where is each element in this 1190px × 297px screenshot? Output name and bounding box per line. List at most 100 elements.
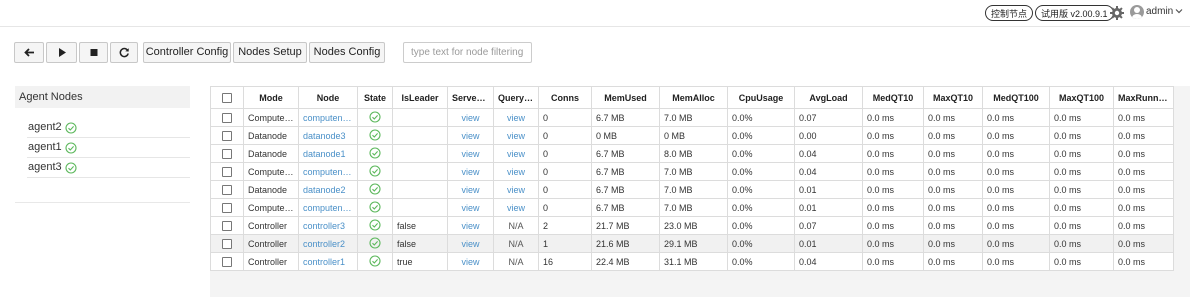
row-checkbox[interactable] (210, 216, 244, 235)
table-row[interactable]: Datanode datanode3 view view 0 0 MB 0 MB 0.0% 0.… (210, 126, 1174, 145)
cell-node[interactable]: controller1 (298, 252, 358, 271)
back-button[interactable] (14, 42, 44, 63)
cell-avg: 0.04 (794, 162, 863, 181)
cell-query[interactable]: view (493, 162, 539, 181)
chevron-down-icon[interactable] (1174, 6, 1184, 16)
cell-memalloc: 31.1 MB (659, 252, 728, 271)
table-row[interactable]: Computen... computenode3 view view 0 6.7 MB 7.… (210, 108, 1174, 127)
refresh-button[interactable] (110, 42, 138, 63)
row-checkbox[interactable] (210, 234, 244, 253)
column-header[interactable]: ServerL... (447, 86, 494, 109)
cell-node[interactable]: datanode2 (298, 180, 358, 199)
cell-medqt10: 0.0 ms (862, 198, 924, 217)
cell-node[interactable]: computenode2 (298, 198, 358, 217)
column-header[interactable]: MaxQT10 (923, 86, 983, 109)
agent-item[interactable]: agent3 (27, 159, 190, 178)
cell-state (357, 180, 393, 199)
column-header[interactable]: CpuUsage (727, 86, 795, 109)
agent-item[interactable]: agent2 (27, 119, 190, 138)
column-header[interactable]: QueryL... (493, 86, 539, 109)
cell-query[interactable]: view (493, 144, 539, 163)
cell-query[interactable]: view (493, 108, 539, 127)
table-row[interactable]: Controller controller3 false view N/A 2 21.7 M… (210, 216, 1174, 235)
cell-query[interactable]: view (493, 198, 539, 217)
cell-cpu: 0.0% (727, 234, 795, 253)
row-checkbox[interactable] (210, 198, 244, 217)
stop-button[interactable] (79, 42, 108, 63)
cell-node[interactable]: computenode1 (298, 162, 358, 181)
node-filter-input[interactable] (403, 42, 532, 63)
column-header[interactable]: MedQT100 (982, 86, 1050, 109)
cell-server[interactable]: view (447, 252, 494, 271)
cell-server[interactable]: view (447, 216, 494, 235)
cell-state (357, 162, 393, 181)
cell-query: N/A (493, 252, 539, 271)
column-header[interactable]: Mode (243, 86, 299, 109)
cell-query[interactable]: view (493, 180, 539, 199)
agent-nodes-panel: Agent Nodes agent2 agent1 agent3 (15, 86, 190, 203)
column-header[interactable]: IsLeader (392, 86, 448, 109)
cell-node[interactable]: datanode3 (298, 126, 358, 145)
row-checkbox[interactable] (210, 108, 244, 127)
controller-config-button[interactable]: Controller Config (143, 42, 231, 63)
check-circle-icon (369, 182, 381, 197)
cell-memused: 6.7 MB (591, 162, 660, 181)
agent-nodes-title: Agent Nodes (15, 86, 190, 108)
column-header[interactable]: Node (298, 86, 358, 109)
cell-server[interactable]: view (447, 126, 494, 145)
agent-item[interactable]: agent1 (27, 139, 190, 158)
cell-node[interactable]: datanode1 (298, 144, 358, 163)
column-header[interactable]: MaxRunningQ (1113, 86, 1174, 109)
cell-medqt100: 0.0 ms (982, 162, 1050, 181)
cell-leader: false (392, 234, 448, 253)
column-header[interactable]: AvgLoad (794, 86, 863, 109)
row-checkbox[interactable] (210, 180, 244, 199)
cell-avg: 0.07 (794, 216, 863, 235)
table-row[interactable]: Computen... computenode2 view view 0 6.7 MB 7.… (210, 198, 1174, 217)
cell-server[interactable]: view (447, 108, 494, 127)
check-circle-icon (65, 122, 77, 134)
agent-name: agent3 (28, 161, 62, 173)
nodes-setup-button[interactable]: Nodes Setup (233, 42, 307, 63)
column-header[interactable]: MemUsed (591, 86, 660, 109)
row-checkbox[interactable] (210, 144, 244, 163)
nodes-config-button[interactable]: Nodes Config (309, 42, 385, 63)
cell-node[interactable]: computenode3 (298, 108, 358, 127)
cell-server[interactable]: view (447, 144, 494, 163)
version-badge[interactable]: 试用版 v2.00.9.1 (1035, 5, 1114, 21)
cell-query[interactable]: view (493, 126, 539, 145)
agent-name: agent1 (28, 141, 62, 153)
column-header[interactable]: MaxQT100 (1049, 86, 1114, 109)
start-button[interactable] (46, 42, 77, 63)
select-all-checkbox[interactable] (210, 86, 244, 109)
table-row[interactable]: Controller controller1 true view N/A 16 22.4 M… (210, 252, 1174, 271)
column-header[interactable]: MemAlloc (659, 86, 728, 109)
cell-mode: Datanode (243, 126, 299, 145)
table-row[interactable]: Controller controller2 false view N/A 1 21.6 M… (210, 234, 1174, 253)
table-row[interactable]: Computen... computenode1 view view 0 6.7 MB 7.… (210, 162, 1174, 181)
cell-server[interactable]: view (447, 162, 494, 181)
row-checkbox[interactable] (210, 126, 244, 145)
control-node-button[interactable]: 控制节点 (985, 5, 1034, 21)
column-header[interactable]: State (357, 86, 393, 109)
avatar[interactable] (1130, 5, 1144, 19)
cell-server[interactable]: view (447, 180, 494, 199)
cell-maxrun: 0.0 ms (1113, 198, 1174, 217)
username[interactable]: admin (1146, 6, 1173, 17)
table-row[interactable]: Datanode datanode1 view view 0 6.7 MB 8.0 MB 0.… (210, 144, 1174, 163)
table-row[interactable]: Datanode datanode2 view view 0 6.7 MB 7.0 MB 0.… (210, 180, 1174, 199)
cell-maxqt100: 0.0 ms (1049, 144, 1114, 163)
cell-node[interactable]: controller2 (298, 234, 358, 253)
cell-maxqt10: 0.0 ms (923, 234, 983, 253)
column-header[interactable]: Conns (538, 86, 592, 109)
gear-icon[interactable] (1109, 5, 1125, 21)
cell-memalloc: 29.1 MB (659, 234, 728, 253)
row-checkbox[interactable] (210, 162, 244, 181)
column-header[interactable]: MedQT10 (862, 86, 924, 109)
row-checkbox[interactable] (210, 252, 244, 271)
cell-server[interactable]: view (447, 234, 494, 253)
cell-node[interactable]: controller3 (298, 216, 358, 235)
cell-server[interactable]: view (447, 198, 494, 217)
cell-leader (392, 162, 448, 181)
cell-memused: 0 MB (591, 126, 660, 145)
